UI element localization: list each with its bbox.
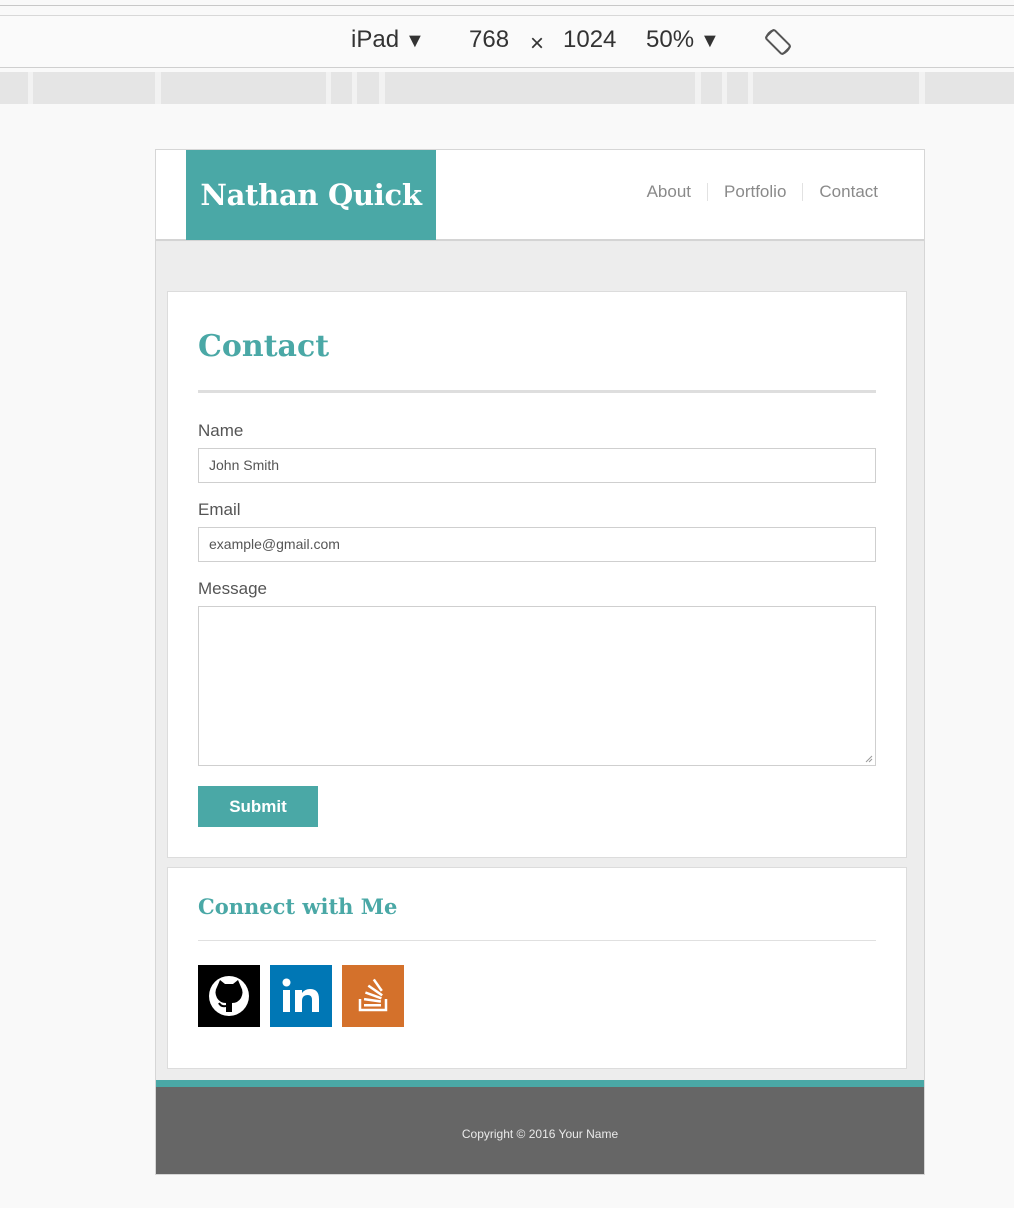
connect-card: Connect with Me [167, 867, 907, 1069]
breakpoint-segment[interactable] [385, 72, 695, 104]
height-input[interactable]: 1024 [563, 26, 616, 54]
divider [198, 940, 876, 941]
device-toolbar: iPad ▼ 768 × 1024 50% ▼ [0, 16, 1014, 68]
chevron-down-icon: ▼ [405, 30, 425, 52]
message-field[interactable] [198, 606, 876, 766]
breakpoint-segment[interactable] [161, 72, 326, 104]
device-select[interactable]: iPad ▼ [351, 26, 425, 54]
device-name: iPad [351, 26, 400, 53]
width-input[interactable]: 768 [469, 26, 509, 54]
email-label: Email [198, 500, 241, 519]
breakpoint-segment[interactable] [727, 72, 748, 104]
nav-contact[interactable]: Contact [803, 180, 894, 204]
times-icon: × [530, 30, 545, 57]
linkedin-link[interactable] [270, 965, 332, 1027]
device-viewport: Nathan Quick About Portfolio Contact Con… [155, 149, 925, 1175]
main-nav: About Portfolio Contact [631, 180, 894, 204]
toolbar-top-border [0, 5, 1014, 6]
nav-portfolio[interactable]: Portfolio [708, 180, 802, 204]
media-query-bar [0, 72, 1014, 104]
github-link[interactable] [198, 965, 260, 1027]
site-brand[interactable]: Nathan Quick [186, 150, 436, 240]
breakpoint-segment[interactable] [0, 72, 28, 104]
divider [198, 390, 876, 393]
copyright-text: Copyright © 2016 Your Name [461, 1127, 619, 1141]
submit-button[interactable]: Submit [198, 786, 318, 827]
breakpoint-segment[interactable] [331, 72, 352, 104]
zoom-select[interactable]: 50% ▼ [646, 26, 720, 54]
connect-title: Connect with Me [198, 894, 398, 919]
linkedin-icon [282, 978, 319, 1012]
site-footer: Copyright © 2016 Your Name [156, 1087, 924, 1174]
name-field[interactable]: John Smith [198, 448, 876, 483]
stack-overflow-icon [358, 978, 388, 1012]
zoom-value: 50% [646, 26, 695, 53]
contact-title: Contact [198, 329, 330, 364]
name-label: Name [198, 421, 244, 440]
resize-grip-icon[interactable] [865, 755, 873, 763]
github-icon [209, 976, 249, 1016]
breakpoint-segment[interactable] [925, 72, 1014, 104]
nav-about[interactable]: About [631, 180, 707, 204]
site-header: Nathan Quick About Portfolio Contact [156, 150, 924, 241]
breakpoint-segment[interactable] [33, 72, 155, 104]
footer-accent-stripe [156, 1080, 924, 1087]
breakpoint-segment[interactable] [701, 72, 722, 104]
contact-card: Contact Name John Smith Email example@gm… [167, 291, 907, 858]
breakpoint-segment[interactable] [753, 72, 919, 104]
breakpoint-segment[interactable] [357, 72, 379, 104]
message-label: Message [198, 579, 267, 598]
chevron-down-icon: ▼ [700, 30, 720, 52]
rotate-icon[interactable] [762, 26, 794, 58]
stack-overflow-link[interactable] [342, 965, 404, 1027]
email-field[interactable]: example@gmail.com [198, 527, 876, 562]
